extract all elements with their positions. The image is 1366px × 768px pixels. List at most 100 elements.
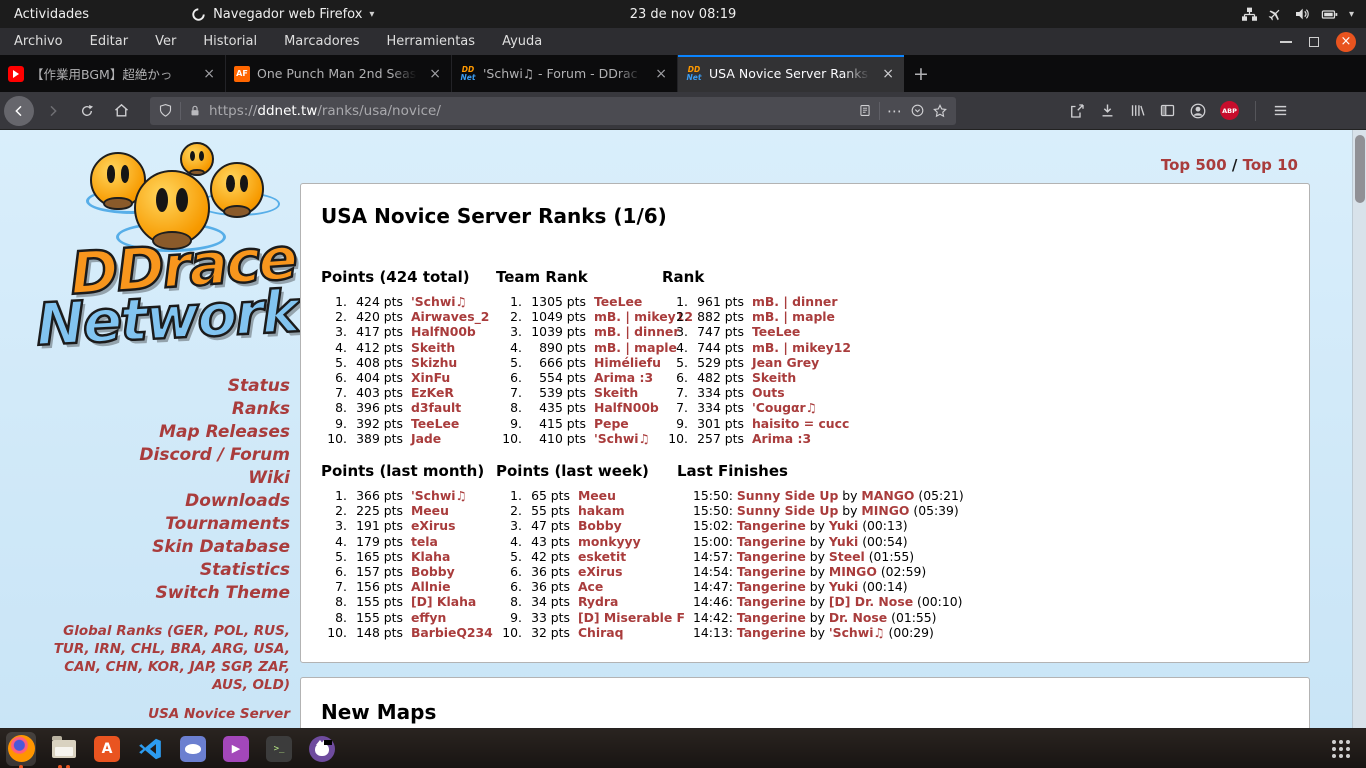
player-link[interactable]: Rydra [578, 594, 618, 609]
menu-item[interactable]: Herramientas [387, 34, 476, 49]
player-link[interactable]: [D] Klaha [411, 594, 476, 609]
url-bar[interactable]: https://ddnet.tw/ranks/usa/novice/ ⋯ [150, 97, 956, 125]
bookmark-star-icon[interactable] [932, 103, 948, 119]
tab-usa-novice-ranks[interactable]: DDNet USA Novice Server Ranks × [678, 55, 904, 92]
player-link[interactable]: Yuki [829, 518, 858, 533]
back-button[interactable] [4, 96, 34, 126]
player-link[interactable]: Airwaves_2 [411, 309, 489, 324]
player-link[interactable]: mB. | maple [752, 309, 835, 324]
map-link[interactable]: Tangerine [737, 534, 806, 549]
map-link[interactable]: Tangerine [737, 610, 806, 625]
global-ranks-links[interactable]: Global Ranks (GER, POL, RUS, TUR, IRN, C… [30, 622, 290, 694]
send-tab-icon[interactable] [1068, 102, 1086, 120]
player-link[interactable]: MINGO [861, 503, 909, 518]
dock-ubuntu-software-icon[interactable]: A [92, 732, 122, 766]
map-link[interactable]: Tangerine [737, 549, 806, 564]
player-link[interactable]: eXirus [578, 564, 623, 579]
player-link[interactable]: monkyyy [578, 534, 641, 549]
player-link[interactable]: hakam [578, 503, 625, 518]
dock-firefox-icon[interactable] [6, 732, 36, 766]
player-link[interactable]: mB. | dinner [752, 294, 838, 309]
player-link[interactable]: Outs [752, 385, 785, 400]
dock-files-icon[interactable] [49, 732, 79, 766]
home-button[interactable] [106, 96, 136, 126]
menu-item[interactable]: Historial [203, 34, 257, 49]
menu-item[interactable]: Archivo [14, 34, 63, 49]
sidebar-link[interactable]: Tournaments [165, 514, 290, 534]
player-link[interactable]: XinFu [411, 370, 450, 385]
map-link[interactable]: Tangerine [737, 579, 806, 594]
player-link[interactable]: Meeu [411, 503, 449, 518]
player-link[interactable]: EzKeR [411, 385, 454, 400]
sidebar-link[interactable]: Discord / Forum [139, 445, 290, 465]
player-link[interactable]: Skeith [752, 370, 796, 385]
map-link[interactable]: Tangerine [737, 518, 806, 533]
close-window-button[interactable]: × [1336, 32, 1356, 52]
tab-close-icon[interactable]: × [880, 66, 896, 82]
player-link[interactable]: 'Schwi♫ [829, 625, 885, 640]
dock-vscode-icon[interactable] [135, 732, 165, 766]
team-link[interactable]: HalfN00b [594, 400, 659, 415]
adblock-plus-icon[interactable]: ABP [1220, 101, 1239, 120]
dock-github-icon[interactable] [307, 732, 337, 766]
player-link[interactable]: Dr. Nose [829, 610, 887, 625]
account-icon[interactable] [1189, 102, 1207, 120]
player-link[interactable]: Jean Grey [752, 355, 819, 370]
player-link[interactable]: Jade [411, 431, 441, 446]
sidebar-link[interactable]: Status [228, 376, 290, 396]
player-link[interactable]: Bobby [411, 564, 455, 579]
map-link[interactable]: Tangerine [737, 625, 806, 640]
player-link[interactable]: 'Schwi♫ [411, 294, 467, 309]
sidebar-link[interactable]: Switch Theme [156, 583, 290, 603]
dock-videos-icon[interactable]: ▶ [221, 732, 251, 766]
team-link[interactable]: Himéliefu [594, 355, 661, 370]
player-link[interactable]: Skeith [411, 340, 455, 355]
activities-button[interactable]: Actividades [0, 0, 103, 28]
player-link[interactable]: Ace [578, 579, 603, 594]
player-link[interactable]: Arima :3 [752, 431, 811, 446]
sidebar-toggle-icon[interactable] [1159, 102, 1176, 119]
map-link[interactable]: Tangerine [737, 594, 806, 609]
forward-button[interactable] [38, 96, 68, 126]
player-link[interactable]: Steel [829, 549, 865, 564]
sidebar-link[interactable]: Ranks [232, 399, 290, 419]
top10-link[interactable]: Top 10 [1243, 156, 1298, 174]
player-link[interactable]: 'Cougαr♫ [752, 400, 817, 415]
tab-close-icon[interactable]: × [653, 66, 669, 82]
app-menu[interactable]: Navegador web Firefox ▾ [191, 7, 374, 22]
top500-link[interactable]: Top 500 [1161, 156, 1227, 174]
player-link[interactable]: eXirus [411, 518, 456, 533]
tab-close-icon[interactable]: × [427, 66, 443, 82]
player-link[interactable]: Allnie [411, 579, 451, 594]
menu-item[interactable]: Ver [155, 34, 176, 49]
tab-youtube[interactable]: 【作業用BGM】超絶かっ × [0, 55, 226, 92]
menu-item[interactable]: Marcadores [284, 34, 359, 49]
team-link[interactable]: TeeLee [594, 294, 642, 309]
player-link[interactable]: 'Schwi♫ [411, 488, 467, 503]
menu-item[interactable]: Editar [90, 34, 129, 49]
player-link[interactable]: MINGO [829, 564, 877, 579]
page-scrollbar[interactable] [1352, 130, 1366, 768]
sidebar-link[interactable]: Map Releases [159, 422, 290, 442]
system-tray[interactable]: ▾ [1242, 6, 1366, 22]
team-link[interactable]: Arima :3 [594, 370, 653, 385]
player-link[interactable]: esketit [578, 549, 626, 564]
team-link[interactable]: 'Schwi♫ [594, 431, 650, 446]
scrollbar-thumb[interactable] [1355, 135, 1365, 203]
player-link[interactable]: effyn [411, 610, 446, 625]
downloads-icon[interactable] [1099, 102, 1116, 119]
page-actions-icon[interactable]: ⋯ [887, 102, 903, 120]
minimize-button[interactable] [1280, 41, 1292, 43]
player-link[interactable]: Skizhu [411, 355, 457, 370]
player-link[interactable]: [D] Dr. Nose [829, 594, 913, 609]
url-text[interactable]: https://ddnet.tw/ranks/usa/novice/ [209, 103, 851, 119]
reload-button[interactable] [72, 96, 102, 126]
menu-item[interactable]: Ayuda [502, 34, 542, 49]
player-link[interactable]: tela [411, 534, 438, 549]
player-link[interactable]: Meeu [578, 488, 616, 503]
dock-discord-icon[interactable] [178, 732, 208, 766]
player-link[interactable]: TeeLee [411, 416, 459, 431]
player-link[interactable]: Chiraq [578, 625, 624, 640]
hamburger-menu-icon[interactable] [1272, 102, 1289, 119]
sidebar-server-link[interactable]: USA Novice Server [30, 706, 290, 722]
